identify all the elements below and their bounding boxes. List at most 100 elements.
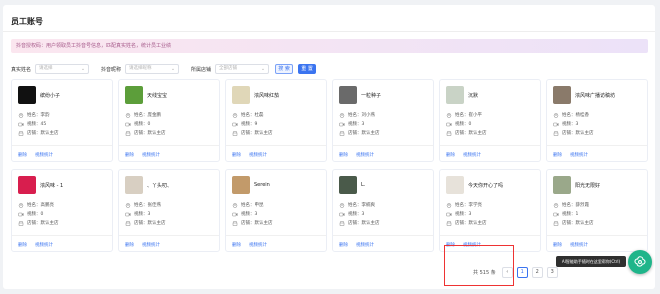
video-row: 视频： 3 [232, 211, 257, 217]
delete-link[interactable]: 删除 [232, 242, 241, 248]
store-value: 默认主店 [468, 131, 487, 136]
delete-link[interactable]: 删除 [553, 242, 562, 248]
name-row: 姓名： 刘小燕 [339, 112, 375, 118]
video-stats-link[interactable]: 视频统计 [570, 152, 588, 158]
delete-link[interactable]: 删除 [339, 242, 348, 248]
ai-assistant-tooltip: AI智能助手随时在这里帮你(Ctrl) [556, 256, 626, 267]
name-value: 李学亮 [468, 203, 483, 208]
video-stats-link[interactable]: 视频统计 [35, 242, 53, 248]
store-value: 默认主店 [147, 221, 166, 226]
chevron-down-icon: ⌄ [260, 66, 266, 72]
delete-link[interactable]: 删除 [18, 242, 27, 248]
store-row: 店铺： 默认主店 [553, 130, 594, 136]
video-row: 视频： 9 [232, 121, 257, 127]
video-stats-link[interactable]: 视频统计 [356, 242, 374, 248]
delete-link[interactable]: 删除 [339, 152, 348, 158]
account-card-8: 、丫头叨、 姓名： 张佳燕 视频： 3 店铺： 默认主店 删除 视频统计 [118, 169, 220, 252]
name-row: 姓名： 李学亮 [446, 202, 482, 208]
store-row: 店铺： 默认主店 [446, 130, 487, 136]
store-row: 店铺： 默认主店 [232, 130, 273, 136]
video-label: 视频： [241, 212, 255, 217]
store-label: 店铺： [134, 221, 148, 226]
video-row: 视频： 3 [339, 211, 364, 217]
video-stats-link[interactable]: 视频统计 [570, 242, 588, 248]
video-icon [446, 212, 452, 217]
video-count: 3 [361, 211, 365, 217]
page-3-button[interactable]: 3 [546, 267, 558, 278]
ai-assistant-icon [634, 256, 646, 267]
name-label: 姓名： [241, 203, 255, 208]
delete-link[interactable]: 删除 [125, 242, 134, 248]
store-value: 默认主店 [361, 131, 380, 136]
user-circle-icon [232, 112, 238, 118]
avatar [553, 86, 571, 104]
delete-link[interactable]: 删除 [18, 152, 27, 158]
reset-button[interactable]: 重 置 [298, 64, 317, 74]
store-value: 默认主店 [40, 131, 59, 136]
card-divider [547, 235, 647, 236]
name-label: 姓名： [455, 203, 469, 208]
video-label: 视频： [455, 122, 469, 127]
video-icon [232, 122, 238, 127]
account-card-1: 缤纷小子 姓名： 李韵 视频： 45 店铺： 默认主店 删除 视频统计 [11, 79, 113, 162]
name-value: 刘小燕 [361, 113, 376, 118]
main-panel: 员工账号 抖音授权码：用户领取员工抖音号信息，匹配真实姓名，统计员工业绩 真实姓… [3, 5, 655, 289]
video-icon [339, 122, 345, 127]
delete-link[interactable]: 删除 [446, 152, 455, 158]
name-row: 姓名： 崔小平 [446, 112, 482, 118]
card-divider [440, 145, 540, 146]
avatar [339, 176, 357, 194]
avatar [553, 176, 571, 194]
account-nickname: 、丫头叨、 [147, 183, 173, 189]
store-icon [125, 130, 131, 136]
video-row: 视频： 1 [553, 211, 578, 217]
delete-link[interactable]: 删除 [125, 152, 134, 158]
video-row: 视频： 3 [446, 211, 471, 217]
video-label: 视频： [348, 212, 362, 217]
video-stats-link[interactable]: 视频统计 [35, 152, 53, 158]
page-1-button[interactable]: 1 [516, 267, 528, 278]
name-label: 姓名： [134, 113, 148, 118]
video-label: 视频： [134, 122, 148, 127]
nickname-select[interactable]: 请选择昵称 ⌄ [125, 64, 180, 74]
store-icon [18, 130, 24, 136]
account-card-12: 阳光无限好 姓名： 薛烈霞 视频： 1 店铺： 默认主店 删除 视频统计 [546, 169, 648, 252]
video-icon [18, 212, 24, 217]
video-stats-link[interactable]: 视频统计 [463, 152, 481, 158]
page-2-button[interactable]: 2 [531, 267, 543, 278]
video-stats-link[interactable]: 视频统计 [356, 152, 374, 158]
video-row: 视频： 45 [18, 121, 46, 127]
video-row: 视频： 3 [339, 121, 364, 127]
user-circle-icon [18, 202, 24, 208]
account-card-4: 一粒种子 姓名： 刘小燕 视频： 3 店铺： 默认主店 删除 视频统计 [332, 79, 434, 162]
card-divider [119, 235, 219, 236]
video-stats-link[interactable]: 视频统计 [249, 152, 267, 158]
video-stats-link[interactable]: 视频统计 [142, 242, 160, 248]
video-count: 0 [40, 211, 44, 217]
user-circle-icon [232, 202, 238, 208]
avatar [18, 86, 36, 104]
video-icon [232, 212, 238, 217]
video-count: 3 [254, 211, 258, 217]
store-label: 店铺： [455, 131, 469, 136]
store-icon [339, 220, 345, 226]
video-stats-link[interactable]: 视频统计 [249, 242, 267, 248]
store-value: 默认主店 [575, 221, 594, 226]
video-stats-link[interactable]: 视频统计 [142, 152, 160, 158]
avatar [446, 86, 464, 104]
name-label: 姓名： [455, 113, 469, 118]
video-icon [339, 212, 345, 217]
delete-link[interactable]: 删除 [232, 152, 241, 158]
name-value: 崔小平 [468, 113, 483, 118]
store-select[interactable]: 全部店铺 ⌄ [215, 64, 270, 74]
video-count: 3 [575, 121, 579, 127]
name-label: 姓名： [27, 203, 41, 208]
store-value: 默认主店 [40, 221, 59, 226]
name-row: 姓名： 杜磊 [232, 112, 264, 118]
ai-assistant-button[interactable] [628, 250, 652, 274]
search-button[interactable]: 搜 索 [275, 64, 294, 74]
account-card-9: Serein 姓名： 申昆 视频： 3 店铺： 默认主店 删除 视频统计 [225, 169, 327, 252]
delete-link[interactable]: 删除 [553, 152, 562, 158]
account-card-7: 浓风味 - 1 姓名： 高鹏亮 视频： 0 店铺： 默认主店 删除 视频统计 [11, 169, 113, 252]
real-name-select[interactable]: 请选择 ⌄ [35, 64, 90, 74]
